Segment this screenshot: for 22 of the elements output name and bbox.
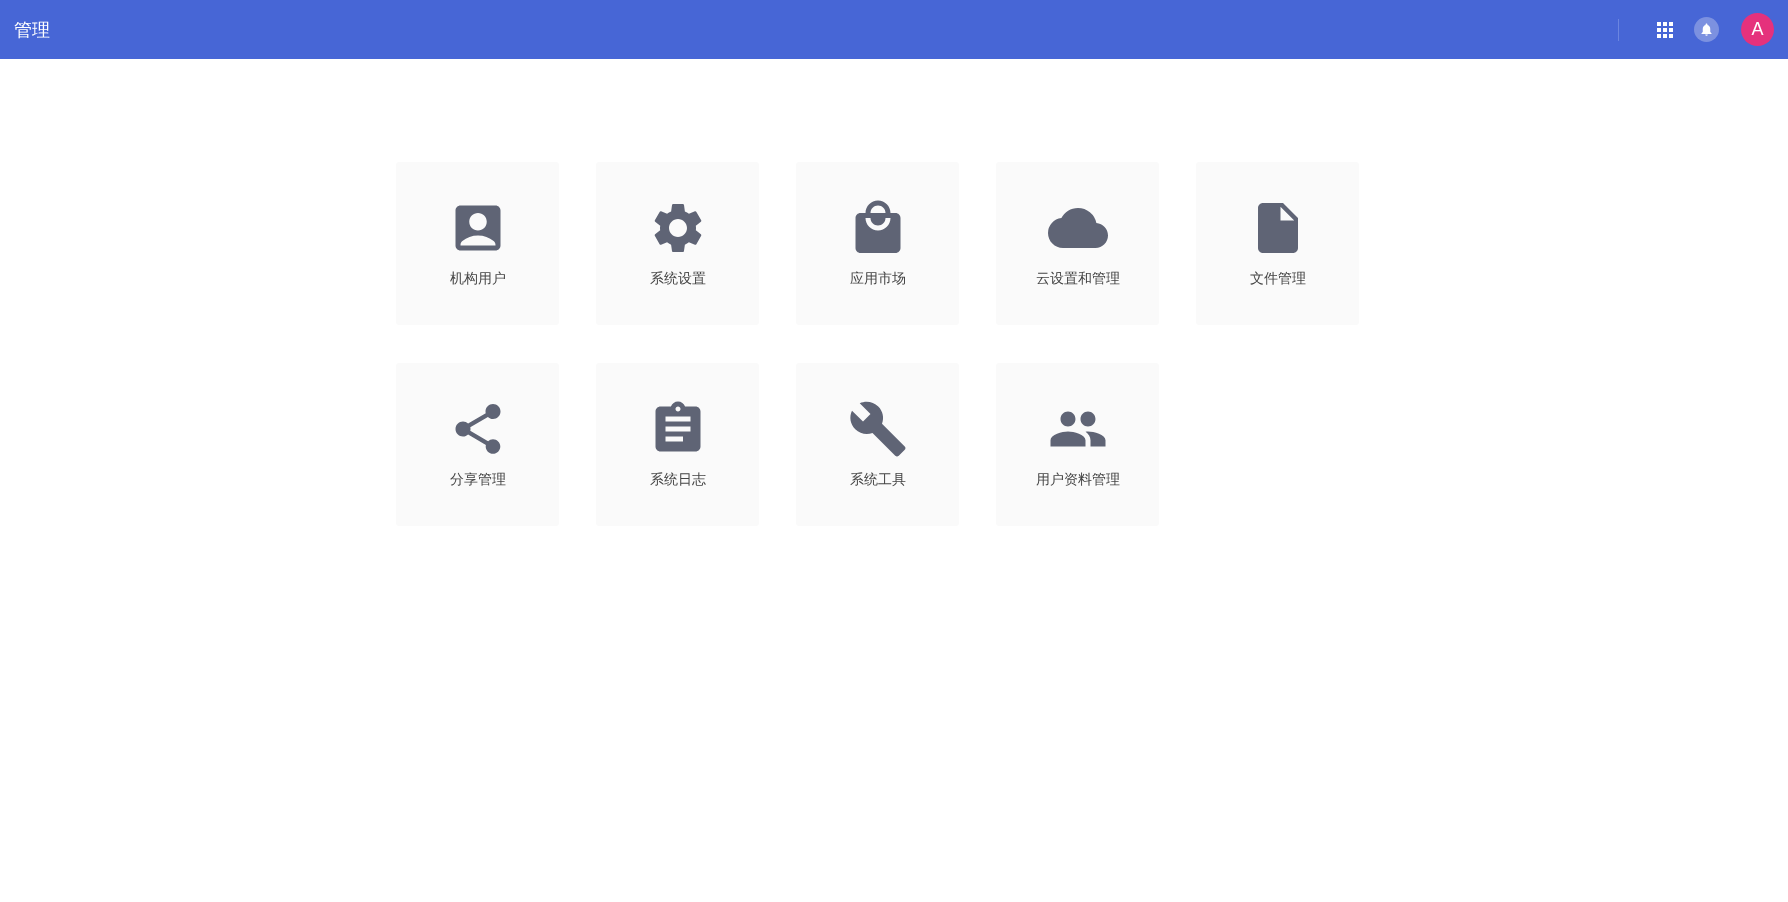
menu-tile[interactable]: 应用市场	[796, 162, 959, 325]
menu-tile[interactable]: 系统设置	[596, 162, 759, 325]
menu-tile[interactable]: 系统日志	[596, 363, 759, 526]
notifications-button[interactable]	[1694, 17, 1719, 42]
tile-label: 系统日志	[649, 470, 706, 489]
menu-tile[interactable]: 机构用户	[396, 162, 559, 325]
menu-tile[interactable]: 文件管理	[1196, 162, 1359, 325]
tile-label: 文件管理	[1249, 269, 1306, 288]
tile-label: 应用市场	[849, 269, 906, 288]
page-title: 管理	[14, 18, 50, 42]
tile-label: 分享管理	[449, 470, 506, 489]
menu-tile[interactable]: 云设置和管理	[996, 162, 1159, 325]
menu-tile[interactable]: 系统工具	[796, 363, 959, 526]
tile-label: 系统工具	[849, 470, 906, 489]
menu-tile[interactable]: 分享管理	[396, 363, 559, 526]
menu-tile[interactable]: 用户资料管理	[996, 363, 1159, 526]
tile-label: 云设置和管理	[1035, 269, 1120, 288]
tile-label: 系统设置	[649, 269, 706, 288]
tile-label: 机构用户	[449, 269, 506, 288]
user-avatar[interactable]: A	[1741, 13, 1774, 46]
bell-icon	[1699, 22, 1714, 37]
tile-label: 用户资料管理	[1035, 470, 1120, 489]
